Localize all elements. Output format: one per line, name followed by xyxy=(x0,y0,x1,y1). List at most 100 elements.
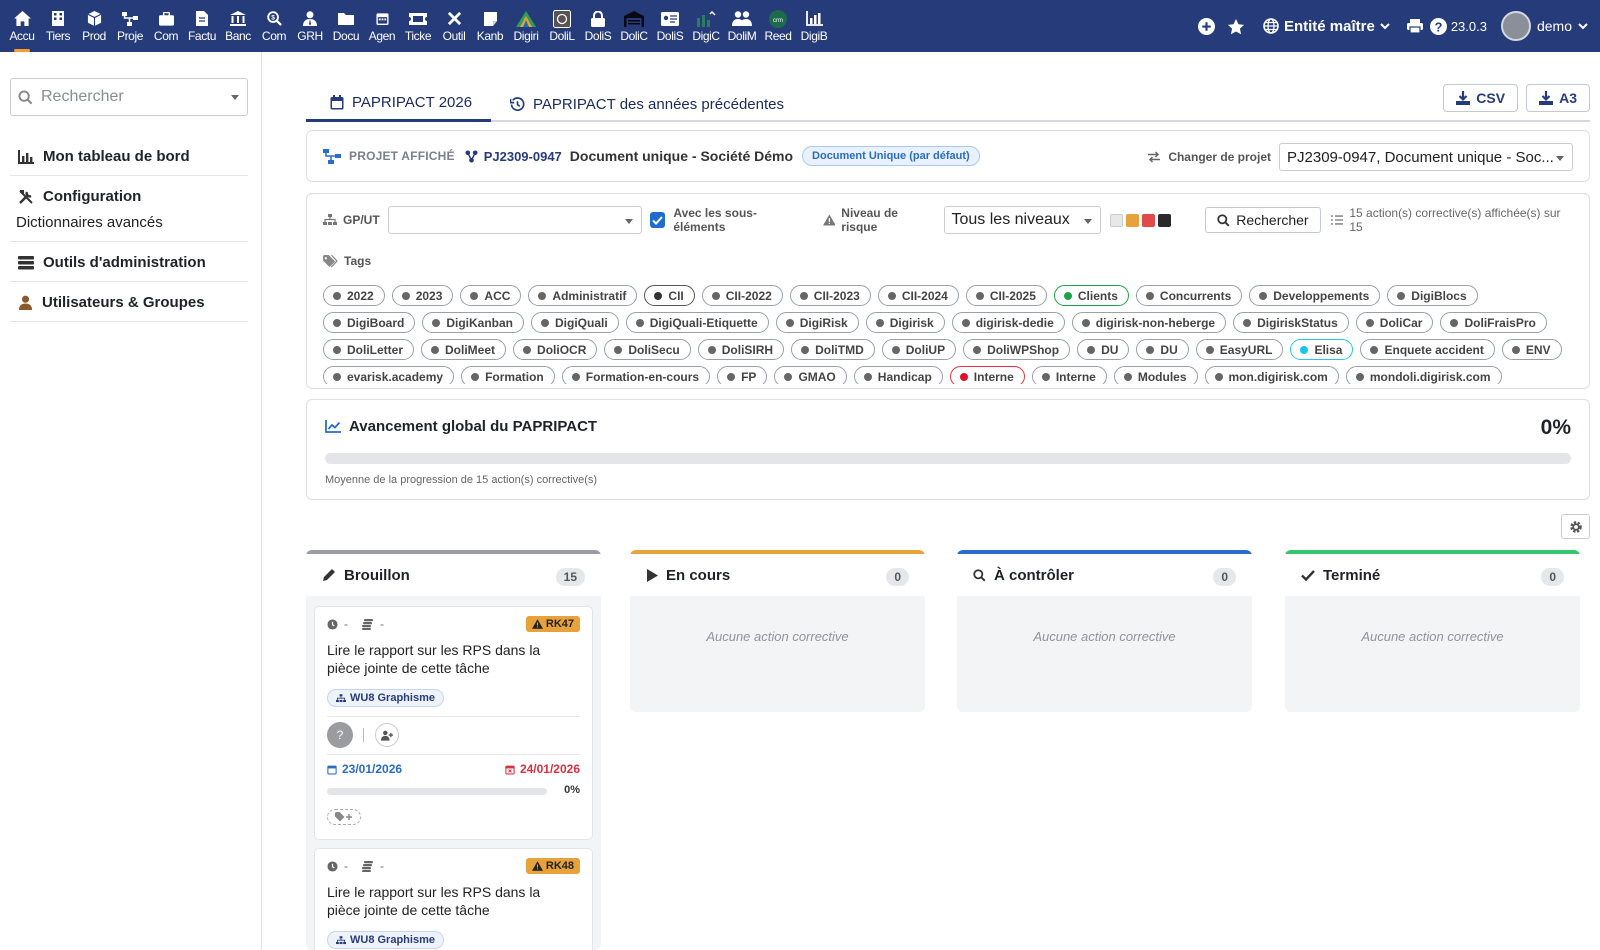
tag-chip[interactable]: Digirisk xyxy=(865,312,945,333)
tag-chip[interactable]: DigiRisk xyxy=(775,312,859,333)
tag-chip[interactable]: DigiBlocs xyxy=(1387,285,1478,306)
topmenu-item-grh[interactable]: GRH xyxy=(292,0,328,52)
topmenu-item-outil[interactable]: Outil xyxy=(436,0,472,52)
tag-chip[interactable]: EasyURL xyxy=(1195,339,1284,360)
user-name[interactable]: demo xyxy=(1537,18,1572,34)
topmenu-item-proje[interactable]: Proje xyxy=(112,0,148,52)
topmenu-item-ticke[interactable]: Ticke xyxy=(400,0,436,52)
entity-selector[interactable]: Entité maître xyxy=(1263,18,1390,35)
tag-chip[interactable]: DoliFraisPro xyxy=(1440,312,1547,333)
export-csv-button[interactable]: CSV xyxy=(1443,84,1519,112)
chevron-down-icon[interactable] xyxy=(231,95,239,100)
risk-badge[interactable]: RK48 xyxy=(525,858,580,874)
tag-chip[interactable]: DoliSIRH xyxy=(697,339,785,360)
tag-chip[interactable]: Enquete accident xyxy=(1360,339,1495,360)
tab-papripact-current[interactable]: PAPRIPACT 2026 xyxy=(306,86,491,122)
topmenu-item-digic[interactable]: DigiC xyxy=(688,0,724,52)
topmenu-item-dolic[interactable]: DoliC xyxy=(616,0,652,52)
tag-chip[interactable]: GMAO xyxy=(774,366,847,384)
tag-chip[interactable]: CII-2023 xyxy=(789,285,871,306)
risk-swatch-grey[interactable] xyxy=(1110,213,1124,227)
risk-badge[interactable]: RK47 xyxy=(525,616,580,632)
tag-chip[interactable]: evarisk.academy xyxy=(323,366,455,384)
tag-chip[interactable]: digirisk-dedie xyxy=(951,312,1065,333)
gput-select[interactable] xyxy=(387,206,642,234)
topmenu-item-docu[interactable]: Docu xyxy=(328,0,364,52)
risk-swatch-orange[interactable] xyxy=(1126,213,1140,227)
tag-chip[interactable]: DigiKanban xyxy=(422,312,525,333)
topmenu-item-agen[interactable]: Agen xyxy=(364,0,400,52)
tag-chip[interactable]: 2022 xyxy=(323,285,385,306)
tag-chip[interactable]: Elisa xyxy=(1290,339,1354,360)
export-a3-button[interactable]: A3 xyxy=(1526,84,1590,112)
topmenu-item-tiers[interactable]: Tiers xyxy=(40,0,76,52)
tag-chip[interactable]: digirisk-non-heberge xyxy=(1071,312,1227,333)
end-date[interactable]: 24/01/2026 xyxy=(505,762,580,776)
subelements-checkbox[interactable] xyxy=(649,212,666,228)
tag-chip[interactable]: DU xyxy=(1136,339,1189,360)
tag-chip[interactable]: DigiQuali xyxy=(531,312,619,333)
tag-chip[interactable]: ACC xyxy=(460,285,522,306)
topmenu-item-reed[interactable]: crm Reed xyxy=(760,0,796,52)
tag-chip[interactable]: CII-2025 xyxy=(965,285,1047,306)
start-date[interactable]: 23/01/2026 xyxy=(327,762,402,776)
sidebar-item-dashboard[interactable]: Mon tableau de bord xyxy=(10,136,248,176)
tag-chip[interactable]: Concurrents xyxy=(1135,285,1243,306)
assignee-avatar[interactable]: ? xyxy=(327,722,353,748)
topmenu-item-com[interactable]: $ Com xyxy=(256,0,292,52)
tag-chip[interactable]: CII-2024 xyxy=(877,285,959,306)
change-project-select[interactable]: PJ2309-0947, Document unique - Soc... xyxy=(1279,143,1573,171)
sidebar-item-users-groups[interactable]: Utilisateurs & Groupes xyxy=(10,282,248,322)
card-title[interactable]: Lire le rapport sur les RPS dans la pièc… xyxy=(327,883,577,919)
tag-chip[interactable]: Interne xyxy=(1031,366,1107,384)
work-unit-badge[interactable]: WU8 Graphisme xyxy=(327,931,444,949)
tag-chip[interactable]: DoliCar xyxy=(1355,312,1434,333)
tag-chip[interactable]: 2023 xyxy=(391,285,454,306)
help-icon[interactable]: ? xyxy=(1429,17,1447,35)
print-icon[interactable] xyxy=(1406,18,1424,34)
search-button[interactable]: Rechercher xyxy=(1205,207,1321,233)
tag-chip[interactable]: Modules xyxy=(1113,366,1198,384)
quick-add-icon[interactable] xyxy=(1197,17,1215,35)
bookmark-star-icon[interactable] xyxy=(1227,18,1245,35)
tag-chip[interactable]: Formation xyxy=(461,366,555,384)
tag-chip[interactable]: FP xyxy=(717,366,768,384)
tag-chip[interactable]: mon.digirisk.com xyxy=(1204,366,1339,384)
sidebar-search[interactable] xyxy=(10,78,248,116)
sidebar-subitem-dictionaries[interactable]: Dictionnaires avancés xyxy=(16,214,248,231)
card-title[interactable]: Lire le rapport sur les RPS dans la pièc… xyxy=(327,641,577,677)
topmenu-item-dolim[interactable]: DoliM xyxy=(724,0,760,52)
tag-chip[interactable]: DoliMeet xyxy=(421,339,507,360)
risk-swatch-red[interactable] xyxy=(1142,213,1156,227)
tag-chip[interactable]: CII-2022 xyxy=(701,285,783,306)
topmenu-item-kanb[interactable]: Kanb xyxy=(472,0,508,52)
tag-chip[interactable]: DigiQuali-Etiquette xyxy=(625,312,769,333)
settings-gear-button[interactable] xyxy=(1561,514,1590,539)
sidebar-search-input[interactable] xyxy=(41,88,221,106)
action-card[interactable]: - - RK47 Lire le rapport sur les RPS dan… xyxy=(314,606,593,840)
work-unit-badge[interactable]: WU8 Graphisme xyxy=(327,689,444,707)
risk-level-select[interactable]: Tous les niveaux xyxy=(943,206,1102,234)
topmenu-item-digiri[interactable]: Digiri xyxy=(508,0,544,52)
tag-chip[interactable]: Developpements xyxy=(1249,285,1381,306)
tag-chip[interactable]: Handicap xyxy=(853,366,943,384)
risk-swatch-black[interactable] xyxy=(1158,213,1172,227)
project-ref-link[interactable]: PJ2309-0947 xyxy=(484,149,562,164)
add-tag-button[interactable] xyxy=(327,809,361,825)
tag-chip[interactable]: DoliLetter xyxy=(323,339,415,360)
tag-chip[interactable]: Formation-en-cours xyxy=(561,366,711,384)
tag-chip[interactable]: Administratif xyxy=(528,285,638,306)
tag-chip[interactable]: DoliSecu xyxy=(604,339,691,360)
tag-chip[interactable]: Clients xyxy=(1053,285,1129,306)
topmenu-item-accu[interactable]: Accu xyxy=(4,0,40,52)
tag-chip[interactable]: DoliTMD xyxy=(791,339,875,360)
tag-chip[interactable]: DoliOCR xyxy=(513,339,598,360)
topmenu-item-banc[interactable]: Banc xyxy=(220,0,256,52)
topmenu-item-prod[interactable]: Prod xyxy=(76,0,112,52)
tag-chip[interactable]: Interne xyxy=(949,366,1025,384)
tag-chip[interactable]: DU xyxy=(1077,339,1130,360)
topmenu-item-dolis[interactable]: DoliS xyxy=(580,0,616,52)
tag-chip[interactable]: CII xyxy=(644,285,695,306)
topmenu-item-dolil[interactable]: DoliL xyxy=(544,0,580,52)
tag-chip[interactable]: DigiBoard xyxy=(323,312,416,333)
